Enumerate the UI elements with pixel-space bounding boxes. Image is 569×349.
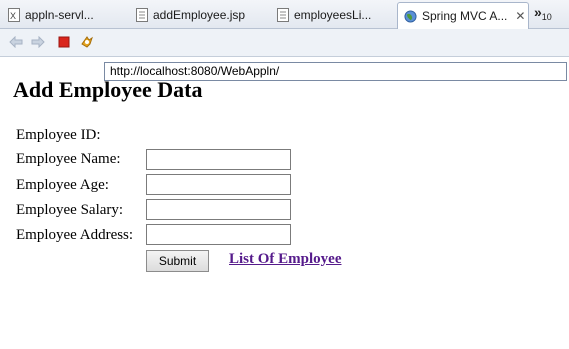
- stop-icon: [58, 36, 70, 48]
- svg-text:X: X: [10, 11, 16, 21]
- tab-label: employeesLi...: [294, 7, 372, 22]
- submit-button[interactable]: Submit: [146, 250, 209, 272]
- tab-appln-servlet[interactable]: X appln-servl...: [2, 2, 127, 27]
- globe-icon: [404, 9, 417, 23]
- employee-age-field[interactable]: [146, 174, 291, 195]
- editor-tab-bar: X appln-servl... addEmployee.jsp employe…: [0, 0, 569, 29]
- employee-name-label: Employee Name:: [16, 151, 121, 167]
- employee-salary-label: Employee Salary:: [16, 202, 124, 218]
- browser-toolbar: http://localhost:8080/WebAppln/: [0, 29, 569, 81]
- stop-button[interactable]: [56, 34, 72, 50]
- tab-label: appln-servl...: [25, 7, 94, 22]
- employee-address-field[interactable]: [146, 224, 291, 245]
- tab-employees-list[interactable]: employeesLi...: [271, 2, 395, 27]
- refresh-button[interactable]: [79, 34, 95, 50]
- tab-label: addEmployee.jsp: [153, 7, 246, 22]
- employee-id-label: Employee ID:: [16, 127, 101, 143]
- tab-overflow-count: 10: [541, 12, 552, 23]
- tab-label: Spring MVC A...: [422, 9, 508, 23]
- back-button[interactable]: [8, 34, 24, 50]
- tab-add-employee-jsp[interactable]: addEmployee.jsp: [130, 2, 268, 27]
- jsp-file-icon: [277, 7, 289, 22]
- jsp-file-icon: [136, 7, 148, 22]
- tab-spring-mvc-browser[interactable]: Spring MVC A... ✕: [397, 2, 529, 29]
- tab-overflow-button[interactable]: »10: [534, 4, 552, 22]
- forward-arrow-icon: [31, 36, 45, 48]
- employee-salary-field[interactable]: [146, 199, 291, 220]
- refresh-icon: [81, 36, 93, 48]
- list-of-employee-link[interactable]: List Of Employee: [229, 251, 342, 268]
- employee-address-label: Employee Address:: [16, 227, 134, 243]
- xml-file-icon: X: [8, 7, 20, 22]
- close-tab-icon[interactable]: ✕: [515, 9, 525, 23]
- page-title: Add Employee Data: [13, 77, 203, 102]
- forward-button[interactable]: [30, 34, 46, 50]
- page-content: Add Employee Data Employee ID: Employee …: [0, 57, 569, 349]
- employee-name-field[interactable]: [146, 149, 291, 170]
- employee-age-label: Employee Age:: [16, 177, 109, 193]
- chevron-double-right-icon: »: [534, 4, 542, 20]
- back-arrow-icon: [9, 36, 23, 48]
